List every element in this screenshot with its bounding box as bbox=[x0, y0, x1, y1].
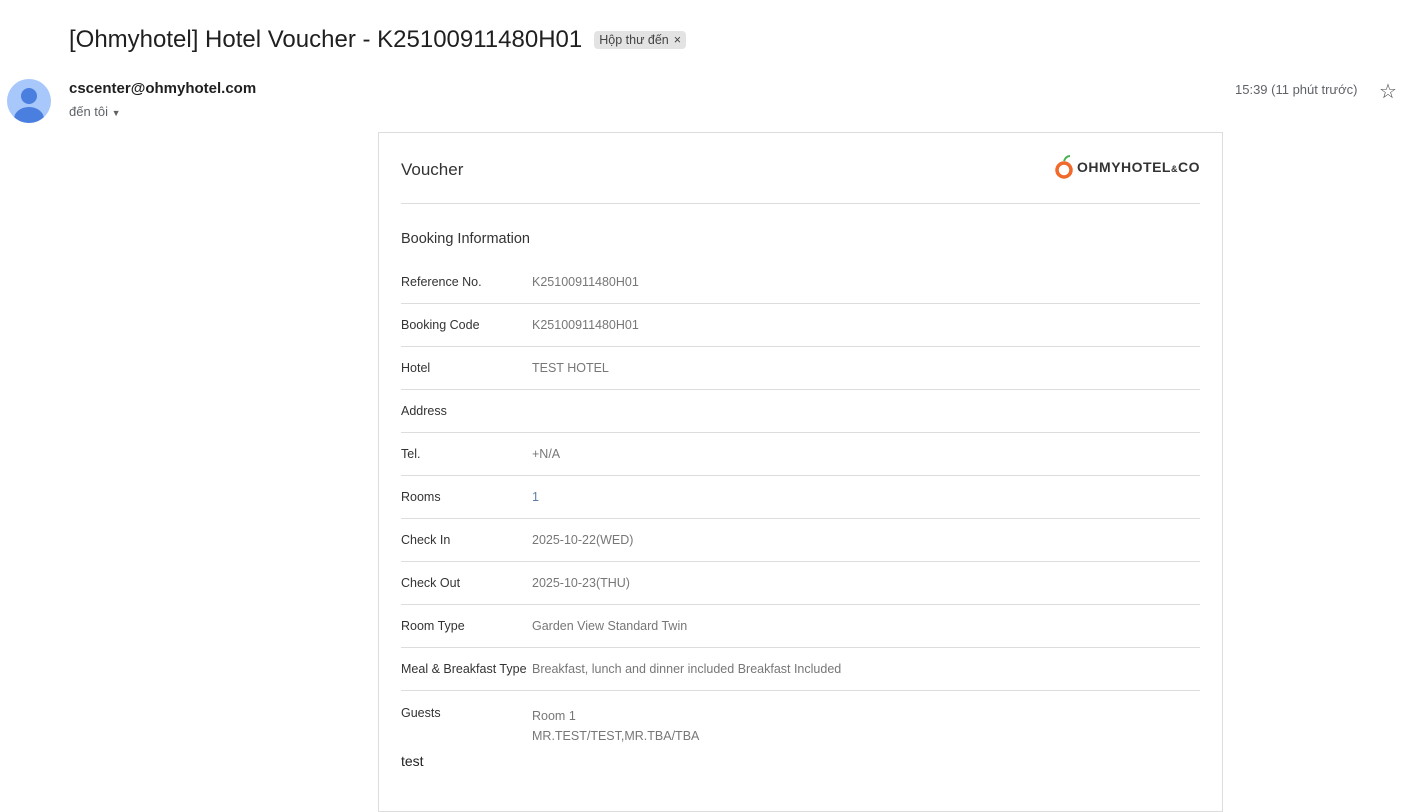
star-icon[interactable]: ☆ bbox=[1379, 79, 1397, 104]
booking-table: Reference No. K25100911480H01 Booking Cod… bbox=[401, 261, 1200, 751]
ohmyhotel-logo: OHMYHOTEL&CO bbox=[1054, 155, 1200, 179]
label-text: Hộp thư đến bbox=[599, 33, 669, 47]
table-row: Reference No. K25100911480H01 bbox=[401, 261, 1200, 304]
row-label: Hotel bbox=[401, 361, 431, 375]
table-row: Address bbox=[401, 390, 1200, 433]
table-row: Tel. +N/A bbox=[401, 433, 1200, 476]
row-value: Room 1 MR.TEST/TEST,MR.TBA/TBA bbox=[532, 706, 699, 746]
table-row: Check Out 2025-10-23(THU) bbox=[401, 562, 1200, 605]
timestamp: 15:39 (11 phút trước) bbox=[1235, 82, 1358, 97]
row-label: Reference No. bbox=[401, 275, 482, 289]
table-row: Meal & Breakfast Type Breakfast, lunch an… bbox=[401, 648, 1200, 691]
voucher-card: Voucher OHMYHOTEL&CO Booking Information… bbox=[378, 132, 1223, 812]
caret-down-icon: ▼ bbox=[111, 108, 121, 118]
avatar[interactable] bbox=[7, 79, 51, 123]
row-label: Booking Code bbox=[401, 318, 480, 332]
row-value: K25100911480H01 bbox=[532, 275, 639, 289]
table-row: Rooms 1 bbox=[401, 476, 1200, 519]
section-heading: Booking Information bbox=[401, 231, 530, 247]
divider bbox=[401, 203, 1200, 204]
row-value: 2025-10-23(THU) bbox=[532, 576, 630, 590]
row-label: Check Out bbox=[401, 576, 461, 590]
inbox-label-chip[interactable]: Hộp thư đến × bbox=[594, 31, 687, 49]
row-value: Garden View Standard Twin bbox=[532, 619, 688, 633]
person-icon bbox=[14, 88, 44, 123]
note-text: test bbox=[401, 753, 424, 769]
table-row: Guests Room 1 MR.TEST/TEST,MR.TBA/TBA bbox=[401, 691, 1200, 751]
row-value: TEST HOTEL bbox=[532, 361, 609, 375]
table-row: Room Type Garden View Standard Twin bbox=[401, 605, 1200, 648]
subject-text: [Ohmyhotel] Hotel Voucher - K25100911480… bbox=[69, 26, 583, 53]
row-value: K25100911480H01 bbox=[532, 318, 639, 332]
recipient-toggle[interactable]: đến tôi ▼ bbox=[69, 104, 121, 119]
table-row: Check In 2025-10-22(WED) bbox=[401, 519, 1200, 562]
row-label: Check In bbox=[401, 533, 451, 547]
sender-email[interactable]: cscenter@ohmyhotel.com bbox=[69, 80, 256, 97]
row-label: Address bbox=[401, 404, 447, 418]
row-label: Guests bbox=[401, 706, 441, 720]
table-row: Booking Code K25100911480H01 bbox=[401, 304, 1200, 347]
row-label: Meal & Breakfast Type bbox=[401, 662, 527, 676]
row-label: Room Type bbox=[401, 619, 465, 633]
row-label: Rooms bbox=[401, 490, 441, 504]
voucher-title: Voucher bbox=[401, 160, 464, 179]
recipient-text: đến tôi bbox=[69, 104, 109, 119]
row-value: 2025-10-22(WED) bbox=[532, 533, 634, 547]
email-subject: [Ohmyhotel] Hotel Voucher - K25100911480… bbox=[69, 26, 687, 54]
row-label: Tel. bbox=[401, 447, 421, 461]
row-value: Breakfast, lunch and dinner included Bre… bbox=[532, 662, 842, 676]
table-row: Hotel TEST HOTEL bbox=[401, 347, 1200, 390]
remove-label-icon[interactable]: × bbox=[674, 33, 681, 47]
orange-logo-icon bbox=[1055, 155, 1073, 179]
row-value: +N/A bbox=[532, 447, 561, 461]
guest-room: Room 1 bbox=[532, 709, 576, 723]
row-value: 1 bbox=[532, 490, 539, 504]
guest-names: MR.TEST/TEST,MR.TBA/TBA bbox=[532, 729, 700, 743]
